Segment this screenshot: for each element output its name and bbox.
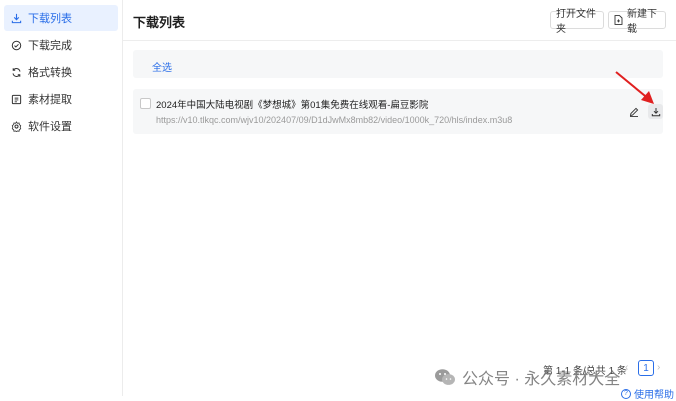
task-url: https://v10.tlkqc.com/wjv10/202407/09/D1… [156,115,513,125]
new-file-icon [614,15,623,25]
pencil-icon [629,107,638,117]
sidebar-item-settings[interactable]: 软件设置 [4,113,118,139]
page-prev-button[interactable]: ‹ [625,362,628,373]
sidebar-item-label: 格式转换 [28,67,72,79]
sidebar-item-label: 软件设置 [28,121,72,133]
help-label: 使用帮助 [634,390,674,401]
watermark-text: 公众号 · 永久素材大全 [462,371,621,388]
question-icon: ? [621,388,631,399]
page-title: 下载列表 [133,15,186,30]
select-all-link[interactable]: 全选 [152,59,172,74]
sidebar-item-label: 下载完成 [28,40,72,52]
sidebar-item-label: 下载列表 [28,13,72,25]
sidebar-item-format-convert[interactable]: 格式转换 [4,59,118,85]
new-download-button[interactable]: 新建下载 [608,9,666,35]
task-checkbox[interactable] [140,98,151,109]
new-download-label: 新建下载 [627,9,657,35]
task-title: 2024年中国大陆电视剧《梦想城》第01集免费在线观看-扁豆影院 [156,100,429,111]
edit-button[interactable] [626,104,641,119]
download-button[interactable] [648,104,663,119]
download-icon [651,107,660,116]
check-circle-icon [10,39,22,51]
select-all-bar: 全选 [133,50,663,78]
sidebar-item-material-extract[interactable]: 素材提取 [4,86,118,112]
gear-icon [10,120,22,132]
sidebar: 下载列表 下载完成 格式转换 素材提取 软件设置 [0,0,123,396]
sidebar-item-download-complete[interactable]: 下载完成 [4,32,118,58]
page-next-button[interactable]: › [657,362,660,373]
open-folder-button[interactable]: 打开文件夹 [550,9,604,35]
wechat-logo-icon [435,369,455,385]
download-icon [10,12,22,24]
sidebar-item-label: 素材提取 [28,94,72,106]
refresh-icon [10,66,22,78]
list-item: 2024年中国大陆电视剧《梦想城》第01集免费在线观看-扁豆影院 https:/… [133,89,663,134]
watermark: 公众号 · 永久素材大全 [434,365,620,389]
sidebar-item-download-list[interactable]: 下载列表 [4,5,118,31]
open-folder-label: 打开文件夹 [556,9,596,35]
extract-icon [10,93,22,105]
header: 下载列表 打开文件夹 新建下载 [123,0,676,41]
app-window: 下载列表 下载完成 格式转换 素材提取 软件设置 下载列表 打开文件夹 新建下载… [0,0,676,401]
main-panel: 下载列表 打开文件夹 新建下载 全选 2024年中国大陆电视剧《梦想城》第01集… [123,0,676,401]
page-number-current[interactable]: 1 [638,360,654,376]
help-link[interactable]: ? 使用帮助 [621,386,674,401]
